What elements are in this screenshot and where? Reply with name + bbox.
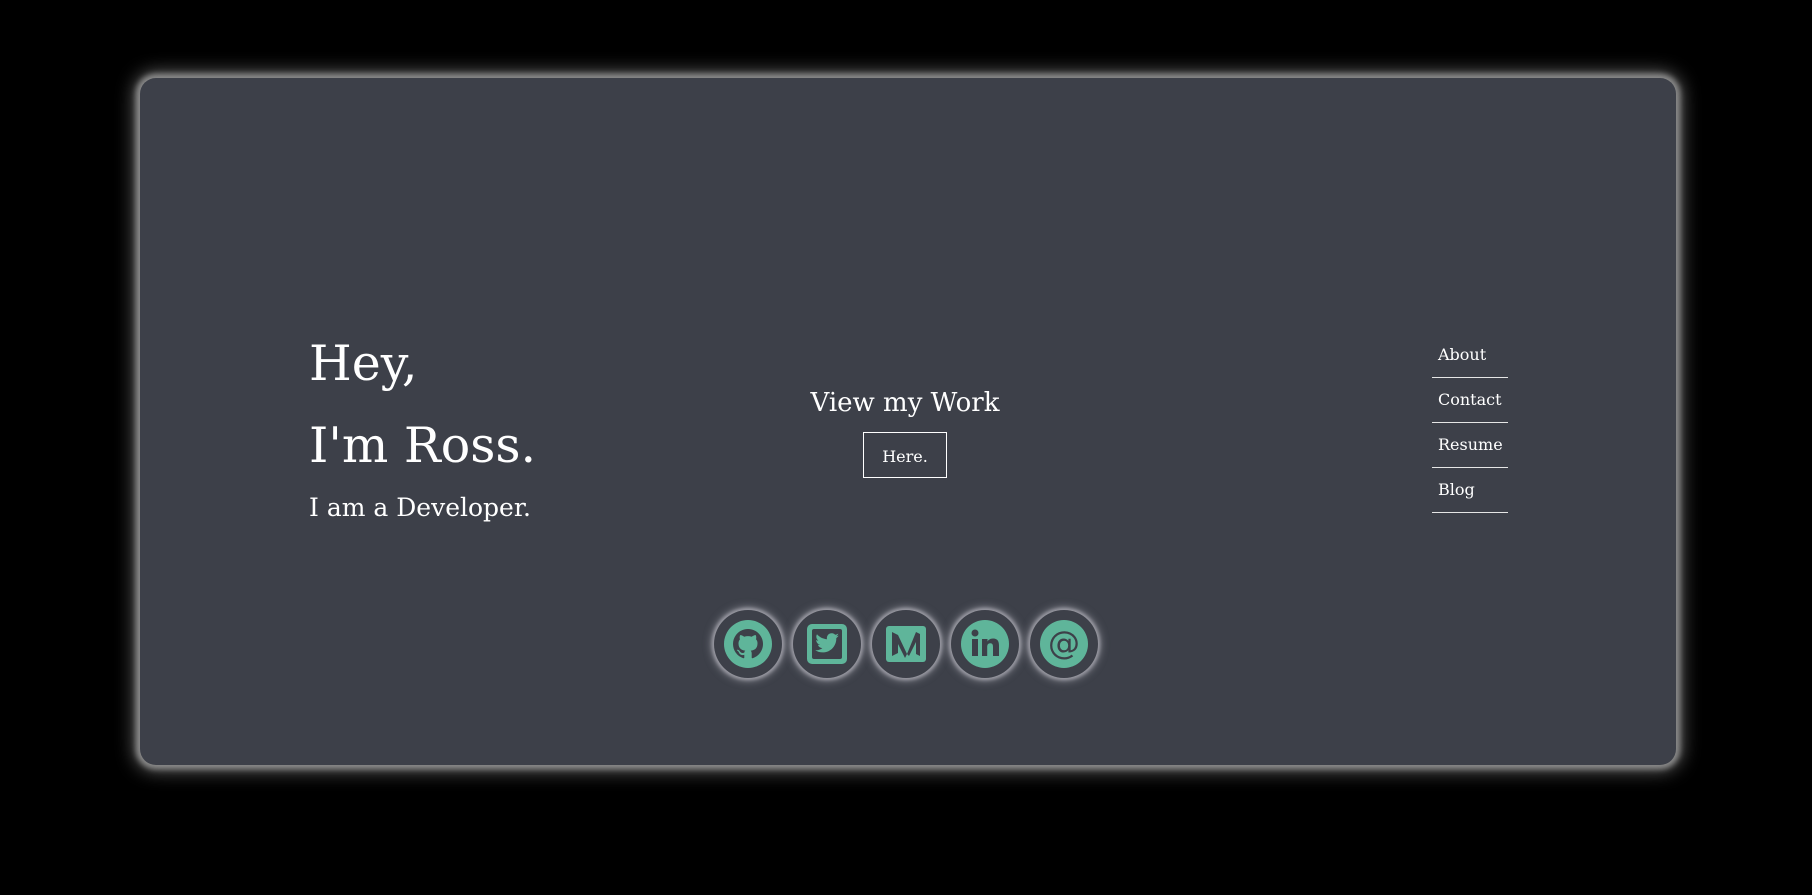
- main-card: Hey, I'm Ross. I am a Developer. View my…: [140, 78, 1676, 765]
- nav-item-resume[interactable]: Resume: [1432, 423, 1508, 468]
- email-icon: @: [1040, 620, 1088, 668]
- medium-link[interactable]: [872, 610, 940, 678]
- github-link[interactable]: [714, 610, 782, 678]
- role-subtitle: I am a Developer.: [309, 493, 531, 522]
- linkedin-icon: [961, 620, 1009, 668]
- linkedin-link[interactable]: [951, 610, 1019, 678]
- twitter-link[interactable]: [793, 610, 861, 678]
- nav-item-about[interactable]: About: [1432, 333, 1508, 378]
- nav-menu: About Contact Resume Blog: [1432, 333, 1508, 513]
- greeting-heading: Hey,: [309, 335, 418, 392]
- email-link[interactable]: @: [1030, 610, 1098, 678]
- twitter-icon: [807, 624, 847, 664]
- nav-item-blog[interactable]: Blog: [1432, 468, 1508, 513]
- intro-section: Hey, I'm Ross. I am a Developer.: [309, 323, 536, 522]
- view-work-button[interactable]: Here.: [863, 432, 947, 478]
- svg-text:@: @: [1048, 624, 1080, 662]
- work-section: View my Work Here.: [800, 388, 1010, 478]
- nav-item-contact[interactable]: Contact: [1432, 378, 1508, 423]
- work-title: View my Work: [810, 388, 1000, 418]
- github-icon: [724, 620, 772, 668]
- medium-icon: [886, 626, 926, 662]
- social-links: @: [714, 610, 1098, 678]
- name-heading: I'm Ross.: [309, 417, 537, 474]
